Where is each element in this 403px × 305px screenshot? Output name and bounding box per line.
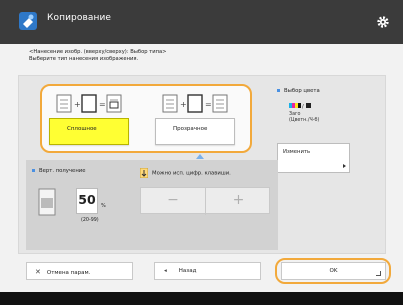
increment-button[interactable]: +: [206, 188, 271, 215]
overlay-arrow-icon: [140, 168, 148, 178]
solid-button[interactable]: Сплошное: [49, 118, 129, 145]
copy-settings-panel: Копирование <Нанесение изобр. (вверху/св…: [0, 0, 403, 292]
back-button[interactable]: ◂ Назад: [154, 262, 261, 280]
page-title: Копирование: [47, 13, 112, 23]
vertical-adjust-label: Верт. получение: [32, 168, 86, 174]
transparent-button[interactable]: Прозрачное: [155, 118, 235, 145]
pointer-icon: [196, 154, 204, 159]
color-select-section: Выбор цвета / Заго (Цветн./Ч-б) Изменить: [277, 84, 377, 184]
svg-text:+: +: [74, 100, 81, 109]
arrow-right-icon: [343, 164, 346, 168]
close-icon: ✕: [35, 268, 41, 276]
svg-text:+: +: [180, 100, 187, 109]
vertical-value-input[interactable]: 50: [76, 188, 98, 214]
left-arrow-icon: ◂: [164, 268, 167, 274]
ok-button[interactable]: OK: [281, 262, 386, 280]
keypad-hint: Можно исп. цифр. клавиши.: [140, 168, 231, 178]
value-range: (20-99): [81, 218, 99, 223]
overlay-diagram-icon: + =: [56, 94, 122, 113]
svg-text:=: =: [99, 100, 106, 109]
overlay-diagram-icon: + =: [162, 94, 228, 113]
value-stepper: − +: [140, 187, 271, 215]
instruction-line-2: Выберите тип нанесения изображения.: [29, 56, 139, 62]
bullet-icon: [32, 169, 35, 172]
corner-icon: [376, 271, 381, 276]
change-color-button[interactable]: Изменить: [277, 143, 350, 173]
percent-unit: %: [101, 203, 106, 209]
decrement-button[interactable]: −: [141, 188, 206, 215]
color-description: Заго (Цветн./Ч-б): [289, 112, 319, 124]
keypad-hint-text: Можно исп. цифр. клавиши.: [152, 170, 231, 177]
color-select-label: Выбор цвета: [277, 88, 320, 94]
color-select-label-text: Выбор цвета: [284, 88, 320, 94]
color-description-line-2: (Цветн./Ч-б): [289, 118, 320, 123]
color-swatch-icon: /: [289, 103, 311, 109]
svg-text:/: /: [302, 104, 304, 109]
bullet-icon: [277, 89, 280, 92]
option-solid[interactable]: + = Сплошное: [49, 90, 129, 146]
instruction-line-1: <Нанесение изобр. (вверху/сверху): Выбор…: [29, 49, 167, 55]
title-bar: Копирование: [0, 0, 403, 44]
ok-label: OK: [329, 268, 338, 274]
vertical-adjust-label-text: Верт. получение: [39, 168, 86, 174]
instruction-text: <Нанесение изобр. (вверху/сверху): Выбор…: [29, 49, 349, 63]
gear-icon[interactable]: [376, 15, 390, 29]
copy-app-icon: [19, 12, 37, 30]
change-color-label: Изменить: [283, 149, 311, 155]
back-label: Назад: [178, 268, 197, 274]
cancel-settings-button[interactable]: ✕ Отмена парам.: [26, 262, 133, 280]
option-transparent[interactable]: + = Прозрачное: [155, 90, 235, 146]
cancel-settings-label: Отмена парам.: [46, 270, 91, 276]
status-strip: [0, 292, 403, 305]
page-icon: [38, 188, 56, 216]
svg-text:=: =: [205, 100, 212, 109]
